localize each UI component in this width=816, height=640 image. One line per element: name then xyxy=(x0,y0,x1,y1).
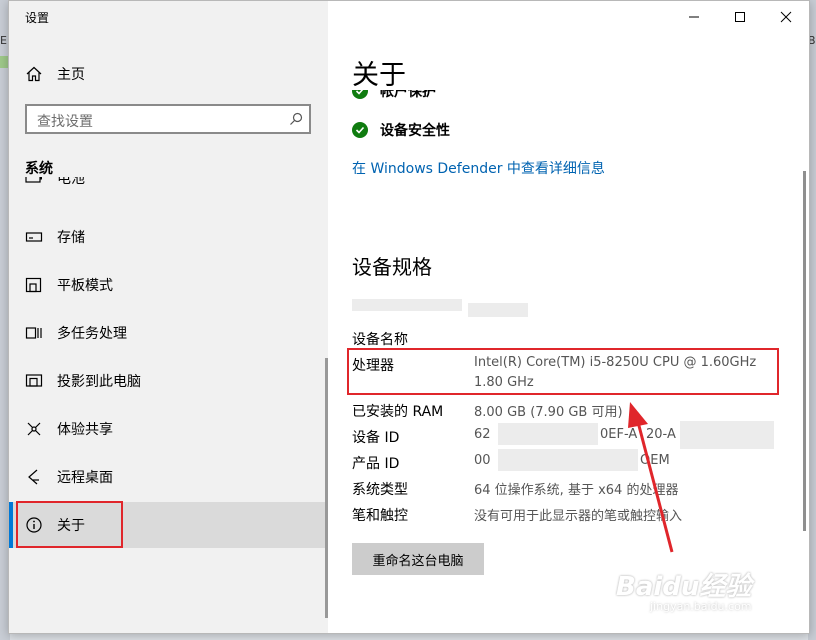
project-icon xyxy=(25,374,43,387)
search-input[interactable]: 查找设置 xyxy=(25,104,311,134)
sidebar-item-battery[interactable]: 电池 xyxy=(25,177,225,195)
annotation-box-processor xyxy=(347,348,779,395)
rename-pc-button[interactable]: 重命名这台电脑 xyxy=(352,543,484,575)
sidebar-item-label: 体验共享 xyxy=(57,422,113,438)
sidebar-item-home[interactable]: 主页 xyxy=(9,57,328,91)
sidebar-item-multitasking[interactable]: 多任务处理 xyxy=(9,310,328,356)
sidebar-item-label: 投影到此电脑 xyxy=(57,374,141,390)
spec-label-product-id: 产品 ID xyxy=(352,456,400,472)
watermark-logo: Baidu经验 xyxy=(616,572,752,602)
sidebar-item-label: 多任务处理 xyxy=(57,326,127,342)
main-content: 关于 帐户保护 设备安全性 在 Windows Defender 中查看详细信息… xyxy=(328,1,809,633)
redacted-device-id xyxy=(498,423,598,445)
storage-icon xyxy=(25,232,43,242)
spec-value-device-id: 62 xyxy=(474,427,491,442)
spec-value-system-type: 64 位操作系统, 基于 x64 的处理器 xyxy=(474,483,679,498)
selection-indicator xyxy=(9,502,13,548)
sidebar-item-label: 平板模式 xyxy=(57,278,113,294)
device-security-row: 设备安全性 xyxy=(352,120,450,140)
sidebar-item-label: 存储 xyxy=(57,230,85,246)
content-scrollbar[interactable] xyxy=(803,171,806,531)
watermark-sub: jingyan.baidu.com xyxy=(650,600,752,613)
spec-value-device-id-tail: 0EF-A xyxy=(600,427,638,442)
sidebar-item-shared-experiences[interactable]: 体验共享 xyxy=(9,406,328,452)
maximize-button[interactable] xyxy=(717,1,763,33)
check-icon xyxy=(352,122,368,138)
spec-label-pen-touch: 笔和触控 xyxy=(352,508,408,524)
search-icon xyxy=(290,112,303,125)
sidebar-item-label: 主页 xyxy=(57,67,85,83)
battery-icon xyxy=(25,177,42,183)
minimize-icon xyxy=(689,16,699,18)
spec-value-ram: 8.00 GB (7.90 GB 可用) xyxy=(474,405,623,420)
close-icon xyxy=(780,11,792,23)
specs-heading: 设备规格 xyxy=(352,255,432,279)
redacted-product-id xyxy=(498,449,638,471)
spec-label-system-type: 系统类型 xyxy=(352,482,408,498)
tablet-mode-icon xyxy=(25,277,42,293)
shared-experiences-icon xyxy=(27,422,41,436)
home-icon xyxy=(26,66,42,82)
defender-details-link[interactable]: 在 Windows Defender 中查看详细信息 xyxy=(352,158,605,178)
minimize-button[interactable] xyxy=(671,1,717,33)
spec-label-ram: 已安装的 RAM xyxy=(352,404,444,420)
sidebar-item-project[interactable]: 投影到此电脑 xyxy=(9,358,328,404)
check-icon xyxy=(352,90,368,99)
remote-desktop-icon xyxy=(28,469,39,485)
window-controls xyxy=(671,1,809,33)
redacted-device-name xyxy=(468,303,528,317)
search-placeholder: 查找设置 xyxy=(37,114,93,130)
spec-label-device-name: 设备名称 xyxy=(352,332,408,348)
spec-label-device-id: 设备 ID xyxy=(352,430,400,446)
baidu-watermark: Baidu经验 jingyan.baidu.com xyxy=(616,566,776,626)
account-protection-label: 帐户保护 xyxy=(380,90,436,100)
window-title: 设置 xyxy=(25,11,50,25)
maximize-icon xyxy=(735,12,745,22)
sidebar-item-label: 远程桌面 xyxy=(57,470,113,486)
spec-value-device-id-tail2: 20-A xyxy=(646,427,676,442)
annotation-box-about xyxy=(16,501,123,548)
redacted-device-id-end xyxy=(680,421,774,449)
settings-window: 设置 主页 查找设置 系统 电池 存储 平板模式 多任务处理 投影到此电脑 体验… xyxy=(8,0,810,634)
device-security-label: 设备安全性 xyxy=(380,123,450,139)
section-heading: 系统 xyxy=(25,161,53,177)
spec-value-product-id-tail: OEM xyxy=(640,453,670,468)
page-title: 关于 xyxy=(352,60,406,91)
multitasking-icon xyxy=(25,327,42,339)
account-protection-row: 帐户保护 xyxy=(352,90,652,106)
sidebar-item-tablet-mode[interactable]: 平板模式 xyxy=(9,262,328,308)
spec-value-pen-touch: 没有可用于此显示器的笔或触控输入 xyxy=(474,509,683,524)
sidebar-item-storage[interactable]: 存储 xyxy=(9,214,328,260)
sidebar-item-remote-desktop[interactable]: 远程桌面 xyxy=(9,454,328,500)
spec-value-product-id: 00 xyxy=(474,453,491,468)
close-button[interactable] xyxy=(763,1,809,33)
sidebar-item-label: 电池 xyxy=(57,177,85,187)
redacted-device-name xyxy=(352,299,462,311)
